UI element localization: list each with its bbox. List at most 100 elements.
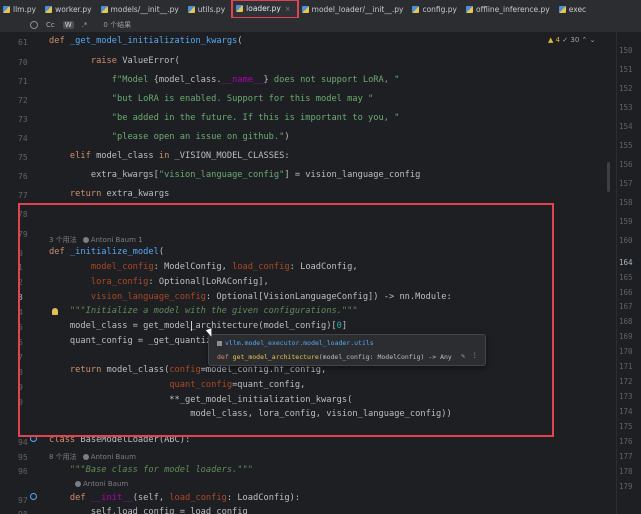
- line-number: 5: [18, 323, 23, 332]
- line-number: 172: [619, 377, 633, 386]
- line-number: 160: [619, 236, 633, 245]
- author-hint[interactable]: Antoni Baum: [69, 480, 128, 488]
- signature-params: (model_config: ModelConfig) -> Any: [318, 353, 452, 361]
- weak-warning-count[interactable]: ✓ 30: [562, 36, 579, 44]
- python-file-icon: [301, 5, 309, 13]
- tab-offline-inference[interactable]: offline_inference.py: [463, 0, 556, 18]
- tab-models-init[interactable]: models/__init__.py: [98, 0, 185, 18]
- line-number: 98: [18, 510, 30, 514]
- line-number: 152: [619, 84, 633, 93]
- lightbulb-icon[interactable]: [52, 308, 58, 315]
- code-editor[interactable]: 61 70 71 72 73 74 75 76 77 78 79 0 1 2 3…: [0, 32, 641, 514]
- tab-utils[interactable]: utils.py: [185, 0, 231, 18]
- line-number: 0: [18, 249, 23, 258]
- line-number: 159: [619, 217, 633, 226]
- line-number: 77: [18, 191, 28, 200]
- tab-model-loader-init[interactable]: model_loader/__init__.py: [299, 0, 410, 18]
- line-number: 165: [619, 273, 633, 282]
- line-number: 72: [18, 96, 28, 105]
- line-number: 9: [18, 383, 23, 392]
- match-case-toggle[interactable]: Cc: [44, 21, 57, 29]
- line-number: 95: [18, 453, 28, 462]
- line-number: 168: [619, 317, 633, 326]
- package-icon: [217, 340, 222, 346]
- line-number: 156: [619, 160, 633, 169]
- line-number: 7: [18, 353, 23, 362]
- line-number: 170: [619, 347, 633, 356]
- line-number: 158: [619, 198, 633, 207]
- line-number: 179: [619, 482, 633, 491]
- line-number: 173: [619, 392, 633, 401]
- more-options-icon[interactable]: ⋮: [472, 351, 479, 359]
- python-file-icon: [412, 5, 420, 13]
- regex-toggle[interactable]: .*: [80, 21, 90, 29]
- python-file-icon: [45, 5, 53, 13]
- line-number: 157: [619, 179, 633, 188]
- line-number: 174: [619, 407, 633, 416]
- find-bar: Cc W .* 0 个结果: [0, 18, 641, 32]
- line-number: 166: [619, 288, 633, 297]
- tab-exec[interactable]: exec: [556, 0, 592, 18]
- usages-hint[interactable]: 8 个用法 Antoni Baum: [49, 452, 136, 462]
- author-icon: [75, 481, 81, 487]
- line-number: 176: [619, 437, 633, 446]
- tab-llm[interactable]: llm.py: [0, 0, 42, 18]
- line-number: 75: [18, 153, 28, 162]
- line-number: 79: [18, 230, 28, 239]
- python-file-icon: [3, 5, 10, 13]
- signature-name: get_model_architecture: [232, 353, 319, 361]
- line-number: 169: [619, 332, 633, 341]
- warning-count[interactable]: ▲ 4: [548, 36, 560, 44]
- find-result-count: 0 个结果: [103, 21, 132, 29]
- close-tab-icon[interactable]: ×: [285, 5, 291, 13]
- line-number: 76: [18, 172, 28, 181]
- line-number: 154: [619, 122, 633, 131]
- editor-tab-bar: llm.py worker.py models/__init__.py util…: [0, 0, 641, 19]
- implemented-marker-icon[interactable]: [30, 435, 37, 442]
- line-number: 164: [619, 258, 633, 267]
- line-number: 94: [18, 438, 28, 447]
- author-icon: [82, 237, 89, 243]
- line-number: 0: [18, 398, 23, 407]
- python-file-icon: [100, 5, 108, 13]
- vertical-scrollbar[interactable]: [607, 162, 610, 192]
- line-number: 153: [619, 103, 633, 112]
- line-number: 175: [619, 422, 633, 431]
- author-icon: [82, 454, 89, 460]
- override-marker-icon[interactable]: [30, 493, 37, 500]
- tab-worker[interactable]: worker.py: [42, 0, 97, 18]
- python-file-icon: [236, 5, 244, 12]
- python-file-icon: [187, 5, 195, 13]
- line-number: 61: [18, 38, 28, 47]
- python-file-icon: [558, 5, 566, 13]
- navigate-arrows[interactable]: ⌃ ⌄: [582, 36, 596, 44]
- inspection-widget[interactable]: ▲ 4 ✓ 30 ⌃ ⌄: [548, 36, 596, 44]
- line-number: 6: [18, 338, 23, 347]
- line-number-gutter: 61 70 71 72 73 74 75 76 77 78 79 0 1 2 3…: [0, 32, 44, 514]
- line-number: 1: [18, 263, 23, 272]
- edit-icon[interactable]: ✎: [461, 352, 465, 360]
- quick-documentation-popup[interactable]: vllm.model_executor.model_loader.utils d…: [208, 334, 486, 366]
- diff-line-number-gutter: 150 151 152 153 154 155 156 157 158 159 …: [616, 32, 641, 514]
- line-number: 97: [18, 496, 28, 505]
- signature-keyword: def: [217, 353, 229, 361]
- line-number: 171: [619, 362, 633, 371]
- line-number: 78: [18, 210, 28, 219]
- search-icon[interactable]: [30, 21, 38, 29]
- python-file-icon: [466, 5, 473, 13]
- line-number: 96: [18, 467, 28, 476]
- line-number: 167: [619, 302, 633, 311]
- whole-word-toggle[interactable]: W: [62, 21, 74, 29]
- code-content[interactable]: def _get_model_initialization_kwargs( ra…: [49, 32, 609, 514]
- line-number: 151: [619, 65, 633, 74]
- tab-loader[interactable]: loader.py ×: [231, 0, 299, 18]
- line-number: 177: [619, 452, 633, 461]
- line-number: 70: [18, 58, 28, 67]
- line-number: 2: [18, 278, 23, 287]
- line-number: 155: [619, 141, 633, 150]
- usages-hint[interactable]: 3 个用法 Antoni Baum 1: [49, 235, 143, 245]
- line-number: 8: [18, 368, 23, 377]
- package-link[interactable]: vllm.model_executor.model_loader.utils: [225, 339, 374, 347]
- tab-config[interactable]: config.py: [409, 0, 463, 18]
- line-number: 73: [18, 115, 28, 124]
